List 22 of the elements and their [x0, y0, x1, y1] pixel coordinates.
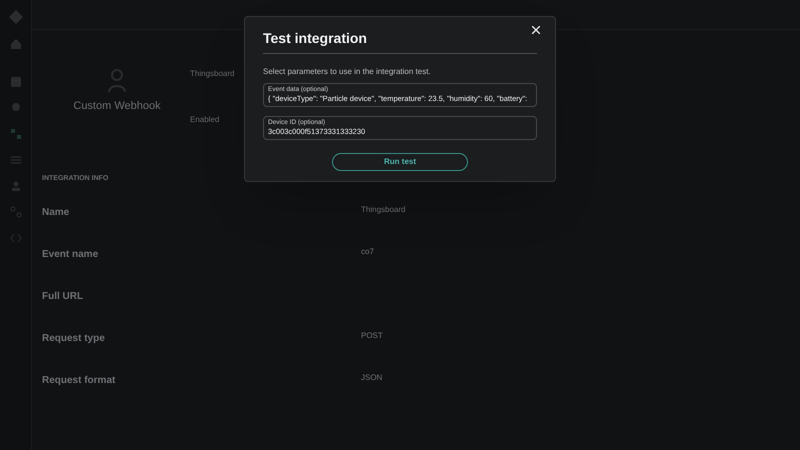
dialog-title: Test integration	[263, 29, 537, 54]
person-icon	[107, 68, 127, 92]
field-value: Thingsboard	[361, 204, 406, 216]
field-value: co7	[361, 246, 374, 258]
logo-icon	[8, 10, 22, 24]
close-icon	[532, 26, 540, 34]
run-test-button[interactable]: Run test	[332, 153, 468, 171]
field-label: Event name	[42, 248, 100, 260]
field-value: POST	[361, 330, 383, 342]
integration-value: Thingsboard	[190, 68, 234, 80]
field-value: JSON	[361, 372, 382, 384]
field-label: Full URL	[42, 290, 84, 302]
status-value: Enabled	[190, 114, 220, 126]
code-icon[interactable]	[10, 232, 22, 244]
field-label: Request format	[42, 374, 116, 386]
field-label: Name	[42, 206, 70, 218]
home-icon[interactable]	[10, 38, 22, 50]
square-icon[interactable]	[10, 76, 22, 88]
integration-name: Custom Webhook	[73, 99, 161, 114]
dialog-description: Select parameters to use in the integration test.	[263, 66, 432, 78]
field-label: Request type	[42, 332, 106, 344]
close-button[interactable]	[529, 23, 543, 37]
